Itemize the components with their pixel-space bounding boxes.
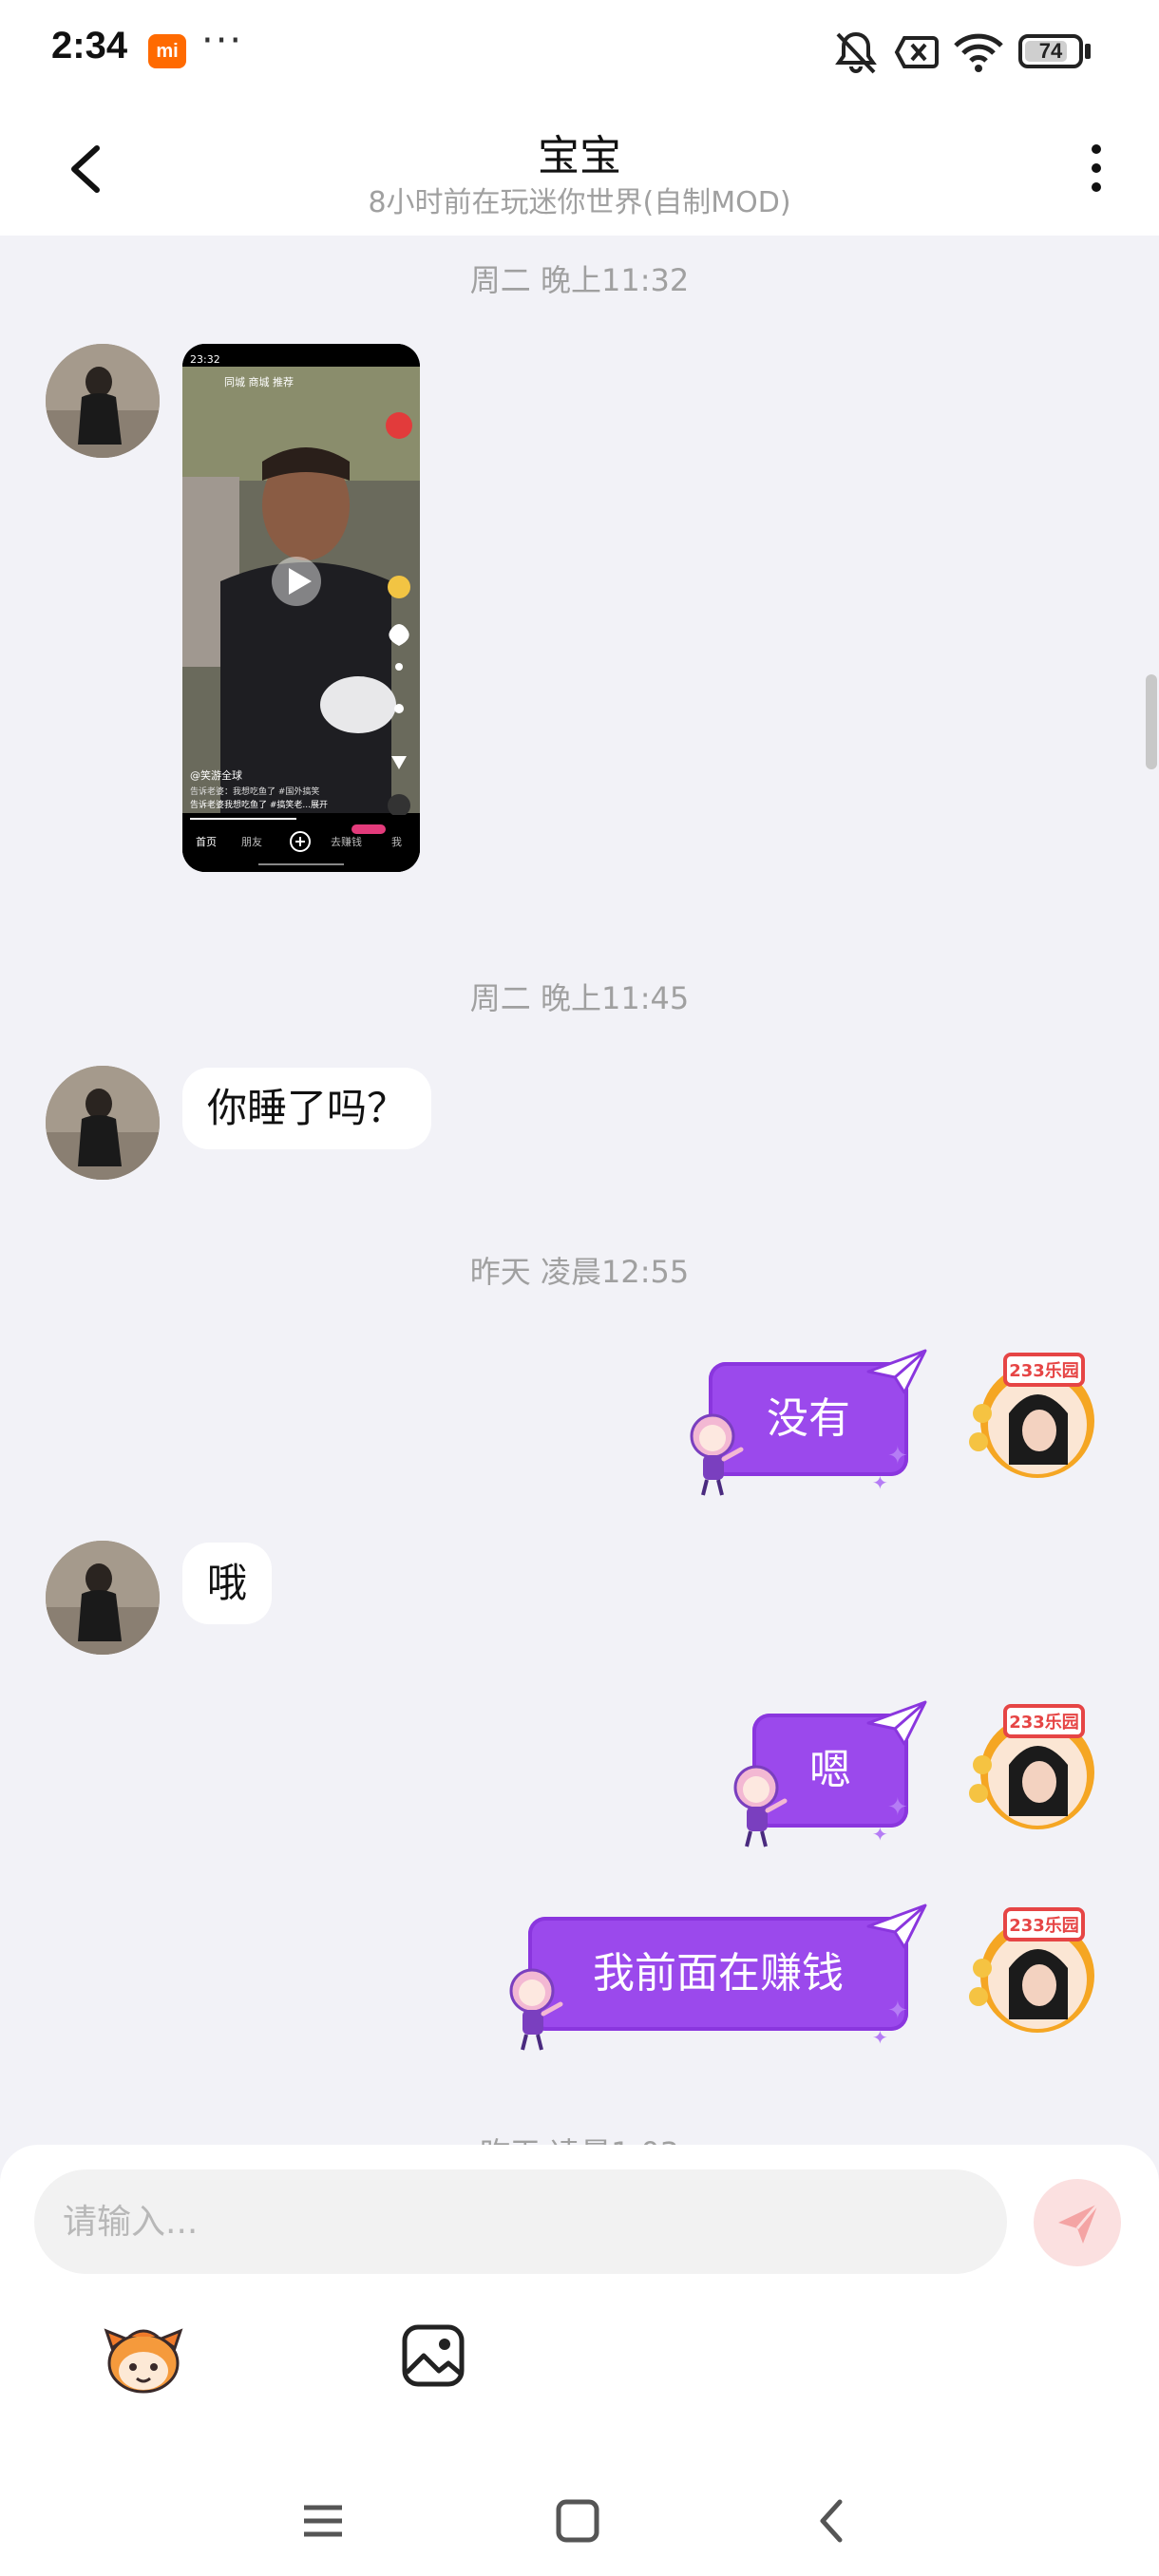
message-timestamp: 昨天 凌晨12:55 [469, 1254, 690, 1290]
avatar[interactable] [46, 1066, 160, 1180]
paper-plane-decoration-icon [866, 1700, 927, 1746]
mi-notification-icon: mi [148, 34, 186, 68]
mute-icon [835, 31, 877, 74]
chibi-character-icon [690, 1413, 744, 1496]
sparkle-icon: ✦ [887, 1793, 908, 1822]
status-bar: 2:34 mi ··· 74 [0, 0, 1159, 106]
no-sim-icon [894, 36, 939, 68]
chat-header: 宝宝 8小时前在玩迷你世界(自制MOD) [0, 106, 1159, 236]
sparkle-icon: ✦ [887, 1442, 908, 1470]
message-bubble[interactable]: 哦 [182, 1543, 273, 1624]
wifi-icon [954, 33, 1003, 72]
chat-subtitle: 8小时前在玩迷你世界(自制MOD) [368, 186, 791, 219]
avatar-self[interactable]: 233乐园 [967, 1347, 1108, 1487]
chat-title: 宝宝 [538, 132, 621, 180]
avatar-badge-text: 233乐园 [1009, 1916, 1079, 1936]
video-tab-me: 我 [391, 836, 402, 848]
video-status-time: 23:32 [190, 353, 220, 366]
menu-icon[interactable] [294, 2492, 352, 2549]
video-thumbnail-image: 23:32 同城 商城 推荐 @笑游全球 告诉老婆：我想吃鱼了 #国外搞笑 告诉… [182, 344, 420, 872]
sparkle-icon: ✦ [872, 2026, 888, 2049]
send-icon [1058, 2203, 1100, 2244]
video-tab-friends: 朋友 [241, 835, 262, 848]
battery-icon: 74 [1018, 34, 1083, 68]
avatar[interactable] [46, 1541, 160, 1655]
image-icon[interactable] [399, 2321, 467, 2390]
message-bubble-self[interactable]: 我前面在赚钱 [528, 1917, 908, 2031]
avatar-self[interactable]: 233乐园 [967, 1698, 1108, 1839]
home-icon[interactable] [549, 2492, 606, 2549]
message-input[interactable] [34, 2169, 1007, 2274]
video-author: @笑游全球 [190, 768, 242, 782]
video-top-tabs: 同城 商城 推荐 [224, 375, 294, 388]
scrollbar-thumb[interactable] [1146, 674, 1157, 769]
sparkle-icon: ✦ [887, 1997, 908, 2025]
video-tab-home: 首页 [196, 835, 217, 848]
avatar[interactable] [46, 344, 160, 458]
back-nav-icon[interactable] [804, 2492, 861, 2549]
video-caption-1: 告诉老婆：我想吃鱼了 #国外搞笑 [190, 786, 319, 797]
message-timestamp: 周二 晚上11:45 [469, 980, 690, 1016]
system-navigation-bar [0, 2451, 1159, 2576]
chibi-character-icon [509, 1968, 563, 2051]
avatar-self[interactable]: 233乐园 [967, 1902, 1108, 2042]
status-time: 2:34 [51, 25, 128, 66]
avatar-badge-text: 233乐园 [1009, 1361, 1079, 1381]
video-tab-earn: 去赚钱 [331, 835, 362, 848]
more-notifications-icon: ··· [201, 19, 244, 63]
message-timestamp: 昨天 凌晨1:03 [0, 2130, 1159, 2145]
send-button[interactable] [1034, 2179, 1121, 2266]
chibi-character-icon [733, 1765, 788, 1847]
battery-level: 74 [1038, 39, 1063, 63]
more-options-button[interactable] [1074, 139, 1119, 205]
message-bubble[interactable]: 你睡了吗？ [182, 1068, 432, 1149]
sparkle-icon: ✦ [872, 1471, 888, 1494]
paper-plane-decoration-icon [866, 1349, 927, 1394]
sparkle-icon: ✦ [872, 1823, 888, 1846]
video-message[interactable]: 23:32 同城 商城 推荐 @笑游全球 告诉老婆：我想吃鱼了 #国外搞笑 告诉… [182, 344, 420, 872]
message-timestamp: 周二 晚上11:32 [469, 262, 690, 298]
message-list[interactable]: 周二 晚上11:32 23:32 同城 商城 推荐 @笑游全球 告诉老婆：我想吃… [0, 236, 1159, 2145]
emoji-face-icon[interactable] [103, 2320, 184, 2396]
video-caption-2: 告诉老婆我想吃鱼了 #搞笑老...展开 [190, 799, 328, 810]
avatar-badge-text: 233乐园 [1009, 1713, 1079, 1733]
paper-plane-decoration-icon [866, 1904, 927, 1949]
